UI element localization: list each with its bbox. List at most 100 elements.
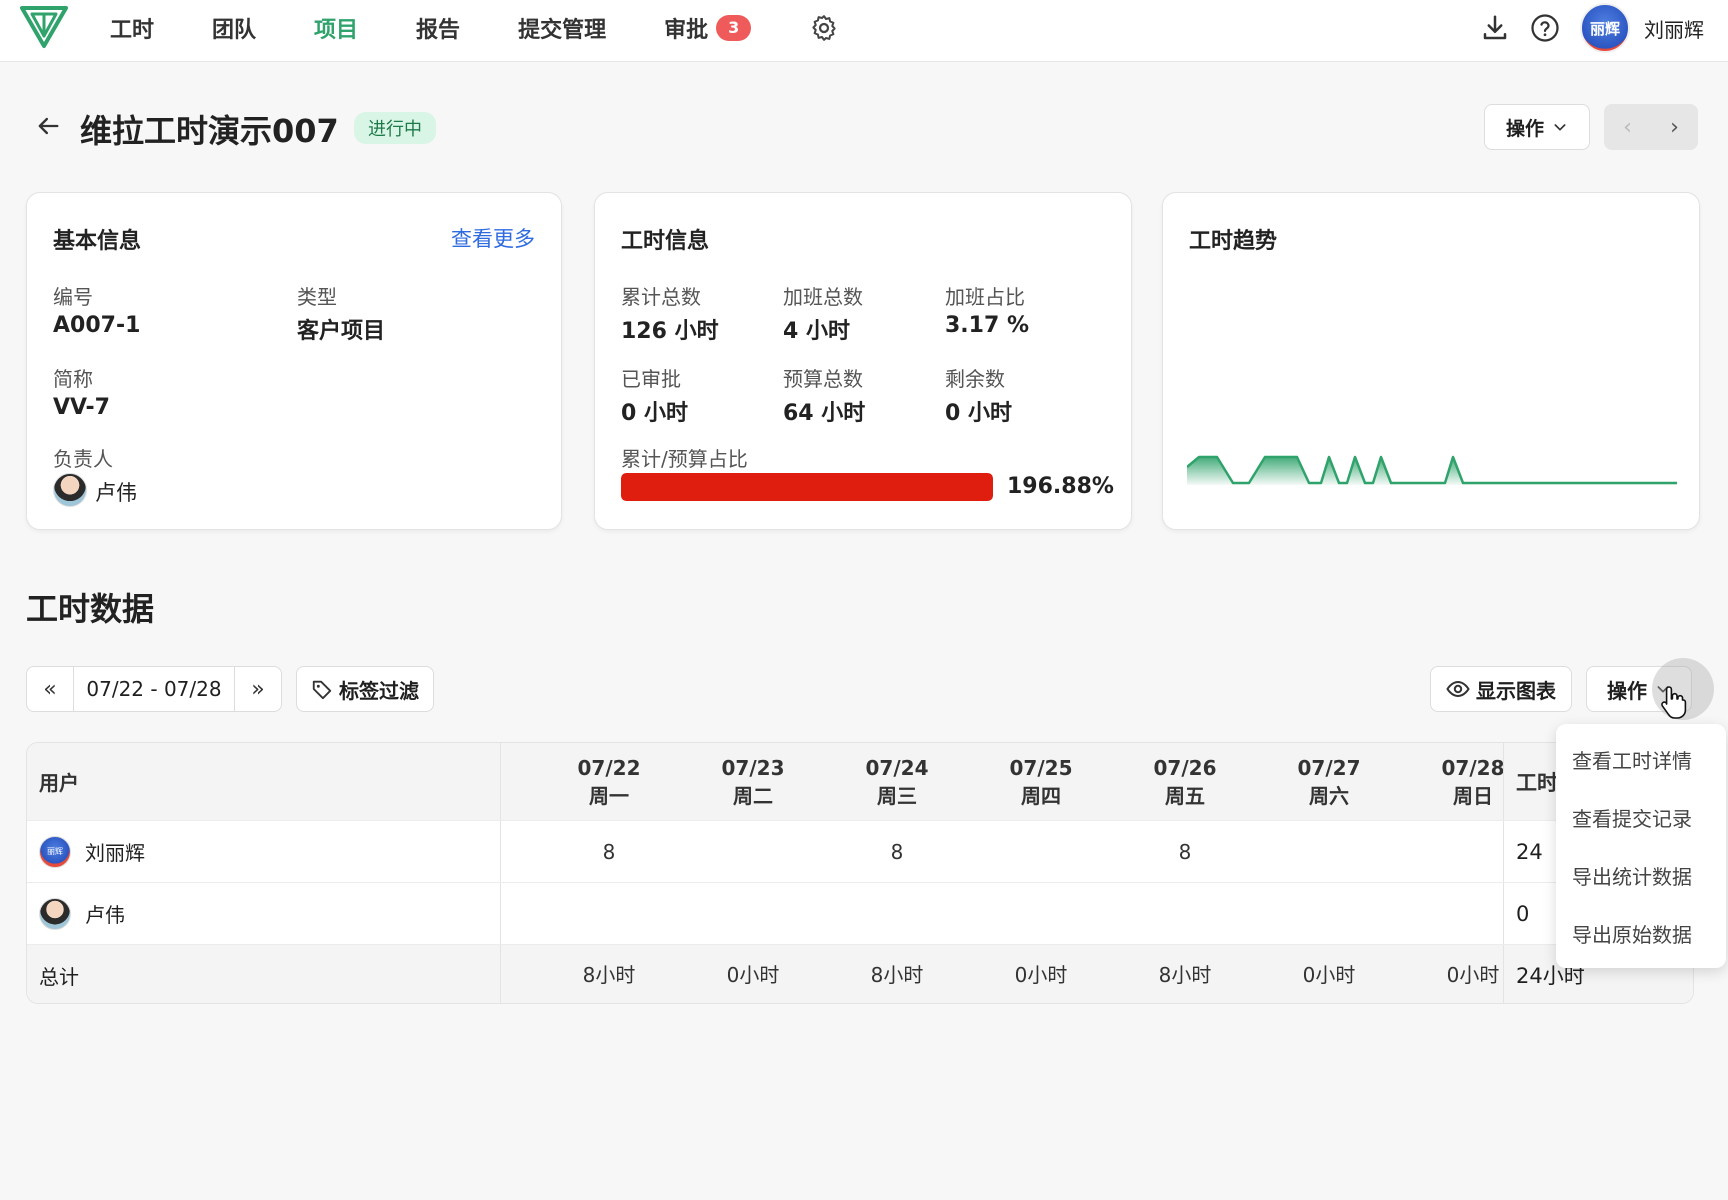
help-icon[interactable]: [1530, 13, 1560, 43]
page-title: 维拉工时演示007: [80, 112, 339, 150]
gear-icon: [812, 15, 836, 41]
budget-progress-bar: [621, 473, 993, 501]
hours-cell[interactable]: [1257, 821, 1401, 882]
hours-cell[interactable]: [537, 883, 681, 944]
hours-cell[interactable]: 8: [1113, 821, 1257, 882]
nav-item-team[interactable]: 团队: [212, 12, 256, 44]
user-avatar: [39, 897, 71, 930]
nav-item-label: 报告: [416, 18, 461, 43]
approved-value: 0 小时: [621, 401, 688, 426]
day-weekday: 周一: [589, 783, 629, 808]
hours-cell[interactable]: [969, 821, 1113, 882]
day-total-cell: 8小时: [870, 963, 924, 987]
day-weekday: 周三: [877, 783, 917, 808]
user-avatar: 丽辉: [39, 835, 71, 868]
hours-cell[interactable]: [1113, 883, 1257, 944]
day-total-cell: 0小时: [726, 963, 780, 987]
user-name[interactable]: 刘丽辉: [1644, 14, 1704, 43]
hours-trend-sparkline: [1187, 455, 1677, 485]
remaining-label: 剩余数: [945, 367, 1005, 391]
hours-cell[interactable]: [1257, 883, 1401, 944]
nav-item-approvals[interactable]: 审批 3: [664, 12, 752, 44]
day-column-header: 07/22 周一: [537, 743, 681, 820]
show-chart-label: 显示图表: [1476, 678, 1556, 703]
user-name: 卢伟: [85, 903, 125, 927]
nav-menu: 工时 团队 项目 报告 提交管理 审批 3: [110, 0, 897, 56]
day-date: 07/22: [577, 755, 641, 780]
day-date: 07/24: [865, 755, 929, 780]
nav-item-label: 工时: [110, 18, 155, 43]
nav-item-reports[interactable]: 报告: [416, 12, 460, 44]
day-weekday: 周二: [733, 783, 773, 808]
budget-ratio-label: 累计/预算占比: [621, 447, 748, 471]
budget-value: 64 小时: [783, 401, 866, 426]
settings-nav[interactable]: [809, 13, 839, 43]
back-arrow-icon[interactable]: [34, 112, 62, 140]
menu-item-view-submission-records[interactable]: 查看提交记录: [1556, 788, 1726, 846]
chevron-left-icon[interactable]: ‹: [1623, 115, 1632, 140]
user-column-header: 用户: [27, 743, 501, 820]
code-label: 编号: [53, 285, 93, 309]
owner-avatar: [53, 473, 87, 507]
abbr-value: VV-7: [53, 395, 110, 420]
hours-cell[interactable]: [681, 821, 825, 882]
download-icon[interactable]: [1480, 13, 1510, 43]
user-avatar[interactable]: 丽辉: [1580, 3, 1630, 53]
app-logo[interactable]: [20, 4, 68, 50]
nav-item-label: 项目: [314, 18, 359, 43]
card-title: 工时信息: [621, 229, 710, 254]
hours-cell[interactable]: 8: [825, 821, 969, 882]
nav-item-hours[interactable]: 工时: [110, 12, 154, 44]
hours-table: 用户 07/22 周一 07/23 周二 07/24 周三 07/25 周四 0…: [26, 742, 1694, 1004]
action-button-label: 操作: [1505, 117, 1544, 140]
table-row[interactable]: 卢伟 0: [27, 883, 1693, 945]
hours-cell[interactable]: [969, 883, 1113, 944]
hours-cell[interactable]: [825, 883, 969, 944]
nav-right-tools: 丽辉 刘丽辉: [1480, 0, 1728, 56]
day-total-cell: 8小时: [1158, 963, 1212, 987]
action-button-label: 操作: [1607, 678, 1647, 703]
show-chart-button[interactable]: 显示图表: [1430, 666, 1572, 712]
nav-item-label: 提交管理: [518, 18, 607, 43]
card-title: 基本信息: [53, 229, 142, 254]
project-pager: ‹ ›: [1604, 104, 1698, 150]
hours-cell[interactable]: 8: [537, 821, 681, 882]
owner-label: 负责人: [53, 447, 113, 471]
top-navigation-bar: 工时 团队 项目 报告 提交管理 审批 3 丽辉 刘丽辉: [0, 0, 1728, 62]
day-date: 07/27: [1297, 755, 1361, 780]
previous-week-icon[interactable]: «: [27, 667, 73, 711]
budget-progress-fill: [621, 473, 993, 501]
hours-info-card: 工时信息 累计总数 126 小时 加班总数 4 小时 加班占比 3.17 % 已…: [594, 192, 1132, 530]
hours-cell[interactable]: [681, 883, 825, 944]
day-column-header: 07/26 周五: [1113, 743, 1257, 820]
total-hours-label: 累计总数: [621, 285, 701, 309]
nav-item-submissions[interactable]: 提交管理: [518, 12, 606, 44]
avatar-text: 丽辉: [1589, 19, 1620, 38]
status-badge: 进行中: [354, 112, 436, 144]
column-header-label: 工时: [1516, 770, 1558, 795]
day-date: 07/28: [1441, 755, 1505, 780]
type-value: 客户项目: [297, 319, 386, 344]
overtime-ratio-label: 加班占比: [945, 285, 1025, 309]
day-date: 07/25: [1009, 755, 1073, 780]
date-range[interactable]: 07/22 - 07/28: [73, 667, 235, 711]
chevron-right-icon[interactable]: ›: [1670, 115, 1679, 140]
tag-filter-button[interactable]: 标签过滤: [296, 666, 434, 712]
overtime-ratio-value: 3.17 %: [945, 313, 1029, 338]
menu-item-export-raw-data[interactable]: 导出原始数据: [1556, 904, 1726, 962]
section-title: 工时数据: [26, 590, 155, 628]
total-hours-value: 126 小时: [621, 319, 719, 344]
project-action-button[interactable]: 操作: [1484, 104, 1590, 150]
overtime-value: 4 小时: [783, 319, 850, 344]
nav-item-projects[interactable]: 项目: [314, 12, 358, 44]
card-title: 工时趋势: [1189, 229, 1278, 254]
next-week-icon[interactable]: »: [235, 667, 281, 711]
column-header-label: 用户: [39, 771, 79, 795]
nav-item-label: 团队: [212, 18, 257, 43]
table-row[interactable]: 丽辉 刘丽辉 8 8 8 24: [27, 821, 1693, 883]
menu-item-view-hours-detail[interactable]: 查看工时详情: [1556, 730, 1726, 788]
menu-item-export-statistics[interactable]: 导出统计数据: [1556, 846, 1726, 904]
view-more-link[interactable]: 查看更多: [451, 223, 535, 253]
day-total-cell: 0小时: [1302, 963, 1356, 987]
table-total-row: 总计 8小时 0小时 8小时 0小时 8小时 0小时 0小时 24小时: [27, 945, 1693, 1003]
